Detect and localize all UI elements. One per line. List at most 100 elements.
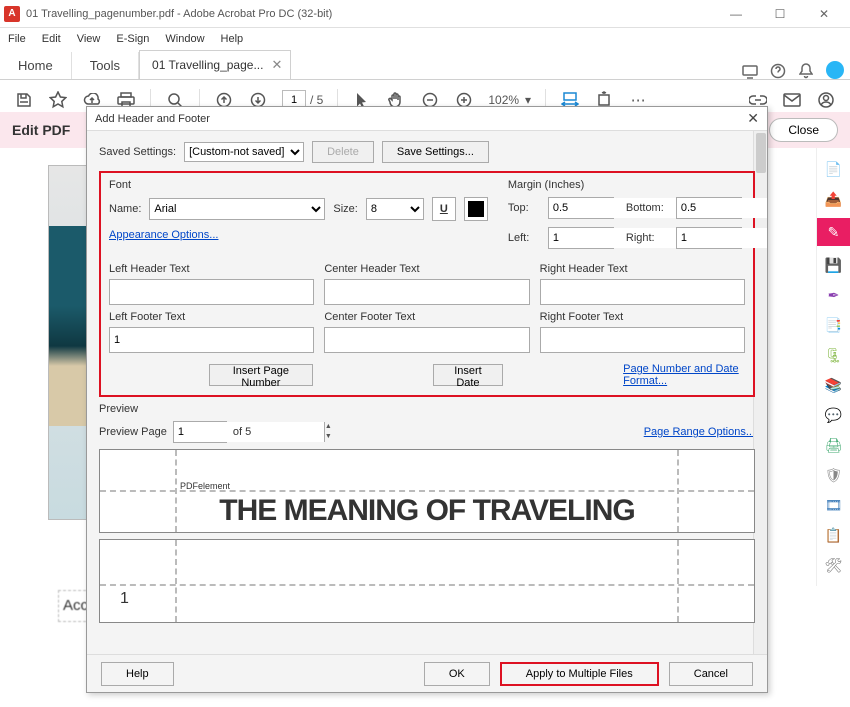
menu-bar: File Edit View E-Sign Window Help [0, 28, 850, 50]
left-header-label: Left Header Text [109, 263, 314, 275]
protect-icon[interactable]: 🛡 [823, 464, 845, 486]
menu-view[interactable]: View [77, 33, 101, 45]
tab-tools[interactable]: Tools [72, 52, 139, 79]
organize-icon[interactable]: 📑 [823, 314, 845, 336]
help-icon[interactable] [764, 63, 792, 79]
profile-icon[interactable] [816, 92, 836, 108]
margin-left-input[interactable]: ▲▼ [548, 227, 614, 249]
help-button[interactable]: Help [101, 662, 174, 686]
header-footer-dialog: Add Header and Footer ✕ Saved Settings: … [86, 106, 768, 693]
menu-window[interactable]: Window [165, 33, 204, 45]
left-footer-label: Left Footer Text [109, 311, 314, 323]
apply-multiple-button[interactable]: Apply to Multiple Files [500, 662, 659, 686]
combine-icon[interactable]: 📚 [823, 374, 845, 396]
font-heading: Font [109, 179, 488, 191]
dialog-titlebar: Add Header and Footer ✕ [87, 107, 767, 131]
margin-heading: Margin (Inches) [508, 179, 745, 191]
menu-file[interactable]: File [8, 33, 26, 45]
preview-footer-num: 1 [120, 590, 129, 608]
dialog-footer: Help OK Apply to Multiple Files Cancel [87, 654, 767, 692]
tab-file[interactable]: 01 Travelling_page... ✕ [139, 50, 291, 79]
saved-settings-select[interactable]: [Custom-not saved] [184, 142, 304, 162]
insert-page-number-button[interactable]: Insert Page Number [209, 364, 313, 386]
bell-icon[interactable] [792, 63, 820, 79]
preview-header-tiny: PDFelement [180, 481, 230, 491]
cancel-button[interactable]: Cancel [669, 662, 753, 686]
avatar[interactable] [826, 61, 844, 79]
right-header-label: Right Header Text [540, 263, 745, 275]
close-window-button[interactable]: ✕ [802, 1, 846, 27]
form-icon[interactable]: 📋 [823, 524, 845, 546]
menu-esign[interactable]: E-Sign [116, 33, 149, 45]
ok-button[interactable]: OK [424, 662, 490, 686]
save-tool-icon[interactable]: 💾 [823, 254, 845, 276]
right-header-input[interactable] [540, 279, 745, 305]
margin-bottom-label: Bottom: [626, 202, 670, 214]
preview-header-box: PDFelement THE MEANING OF TRAVELING [99, 449, 755, 533]
edit-pdf-label: Edit PDF [12, 122, 70, 138]
minimize-button[interactable]: — [714, 1, 758, 27]
preview-page-total: of 5 [233, 426, 251, 438]
insert-date-button[interactable]: Insert Date [433, 364, 503, 386]
maximize-button[interactable]: ☐ [758, 1, 802, 27]
tab-file-label: 01 Travelling_page... [152, 58, 263, 72]
color-button[interactable] [464, 197, 488, 221]
margin-top-input[interactable]: ▲▼ [548, 197, 614, 219]
menu-edit[interactable]: Edit [42, 33, 61, 45]
highlighted-settings-area: Font Name: Arial Size: 8 U Appearance Op… [99, 171, 755, 397]
margin-bottom-input[interactable]: ▲▼ [676, 197, 742, 219]
tab-home[interactable]: Home [0, 52, 72, 79]
create-pdf-icon[interactable]: 📄 [823, 158, 845, 180]
mail-icon[interactable] [782, 93, 802, 107]
titlebar: A 01 Travelling_pagenumber.pdf - Adobe A… [0, 0, 850, 28]
preview-header-big: THE MEANING OF TRAVELING [100, 492, 754, 530]
preview-page-label: Preview Page [99, 426, 167, 438]
page-thumbnail [48, 165, 88, 520]
compress-icon[interactable]: 🗜 [823, 344, 845, 366]
comment-icon[interactable]: 💬 [823, 404, 845, 426]
sign-icon[interactable]: ✒ [823, 284, 845, 306]
save-icon[interactable] [14, 92, 34, 108]
preview-heading: Preview [99, 403, 755, 415]
left-header-input[interactable] [109, 279, 314, 305]
close-edit-button[interactable]: Close [769, 118, 838, 142]
device-icon[interactable] [736, 65, 764, 79]
preview-page-input[interactable]: ▲▼ [173, 421, 227, 443]
link-icon[interactable] [748, 95, 768, 105]
save-settings-button[interactable]: Save Settings... [382, 141, 489, 163]
edit-pdf-icon[interactable]: ✎ [817, 218, 850, 246]
center-footer-input[interactable] [324, 327, 529, 353]
center-header-label: Center Header Text [324, 263, 529, 275]
appearance-options-link[interactable]: Appearance Options... [109, 229, 488, 241]
left-footer-input[interactable] [109, 327, 314, 353]
right-toolbar: 📄 📤 ✎ 💾 ✒ 📑 🗜 📚 💬 🖨 🛡 🎞 📋 🛠 [816, 148, 850, 586]
right-footer-label: Right Footer Text [540, 311, 745, 323]
font-size-select[interactable]: 8 [366, 198, 424, 220]
date-format-link[interactable]: Page Number and Date Format... [623, 363, 745, 387]
more-tools-icon[interactable]: 🛠 [823, 554, 845, 576]
scan-icon[interactable]: 🖨 [823, 434, 845, 456]
underline-button[interactable]: U [432, 197, 456, 221]
export-pdf-icon[interactable]: 📤 [823, 188, 845, 210]
cloud-upload-icon[interactable] [82, 93, 102, 107]
close-tab-icon[interactable]: ✕ [271, 57, 282, 73]
page-range-link[interactable]: Page Range Options... [644, 426, 755, 438]
margin-left-label: Left: [508, 232, 542, 244]
page-total: / 5 [310, 93, 323, 107]
dialog-close-icon[interactable]: ✕ [747, 110, 759, 127]
media-icon[interactable]: 🎞 [823, 494, 845, 516]
margin-right-input[interactable]: ▲▼ [676, 227, 742, 249]
center-footer-label: Center Footer Text [324, 311, 529, 323]
dialog-title: Add Header and Footer [95, 113, 210, 125]
main-tabs: Home Tools 01 Travelling_page... ✕ [0, 50, 850, 80]
font-name-select[interactable]: Arial [149, 198, 325, 220]
app-icon: A [4, 6, 20, 22]
delete-button[interactable]: Delete [312, 141, 374, 163]
menu-help[interactable]: Help [221, 33, 244, 45]
star-icon[interactable] [48, 91, 68, 109]
right-footer-input[interactable] [540, 327, 745, 353]
center-header-input[interactable] [324, 279, 529, 305]
zoom-select[interactable]: 102% ▾ [488, 93, 531, 107]
preview-footer-box: 1 [99, 539, 755, 623]
saved-settings-label: Saved Settings: [99, 146, 176, 158]
